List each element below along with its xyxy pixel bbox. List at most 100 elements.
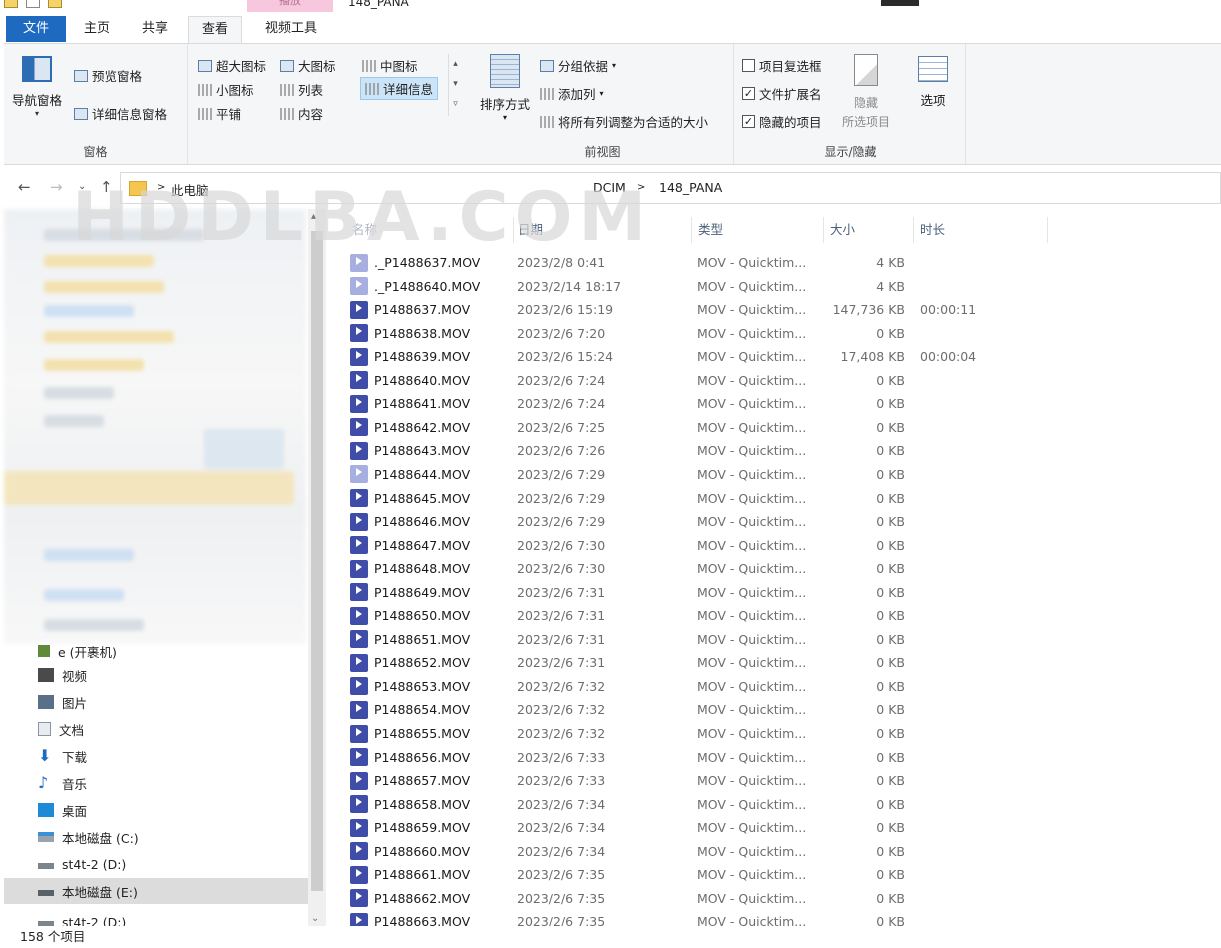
column-header-size[interactable]: 大小	[824, 217, 914, 243]
details-pane-button[interactable]: 详细信息窗格	[74, 104, 167, 123]
file-name-cell[interactable]: P1488656.MOV	[350, 746, 470, 769]
file-name-cell[interactable]: P1488638.MOV	[350, 322, 470, 345]
table-row[interactable]: P1488653.MOV 2023/2/6 7:32 MOV - Quicktim.…	[326, 675, 1221, 698]
table-row[interactable]: P1488661.MOV 2023/2/6 7:35 MOV - Quicktim.…	[326, 863, 1221, 886]
content-button[interactable]: 内容	[280, 104, 323, 123]
tab-home[interactable]: 主页	[72, 16, 122, 44]
table-row[interactable]: P1488637.MOV 2023/2/6 15:19 MOV - Quicktim…	[326, 298, 1221, 321]
item-checkboxes-toggle[interactable]: 项目复选框	[742, 56, 822, 75]
nav-pane-scrollbar[interactable]: ▴ ⌄	[308, 209, 326, 926]
scroll-thumb[interactable]	[311, 231, 323, 891]
minimize-button[interactable]	[881, 0, 919, 6]
table-row[interactable]: P1488663.MOV 2023/2/6 7:35 MOV - Quicktim.…	[326, 910, 1221, 926]
file-name-cell[interactable]: P1488641.MOV	[350, 392, 470, 415]
table-row[interactable]: P1488649.MOV 2023/2/6 7:31 MOV - Quicktim.…	[326, 581, 1221, 604]
file-name-cell[interactable]: P1488647.MOV	[350, 534, 470, 557]
extra-large-icons-button[interactable]: 超大图标	[198, 56, 266, 75]
nav-item-pictures[interactable]: 图片	[38, 689, 87, 715]
group-by-button[interactable]: 分组依据 ▾	[540, 56, 616, 75]
table-row[interactable]: P1488645.MOV 2023/2/6 7:29 MOV - Quicktim.…	[326, 487, 1221, 510]
size-all-columns-button[interactable]: 将所有列调整为合适的大小	[540, 112, 708, 131]
layout-gallery-scroll[interactable]: ▴ ▾ ▿	[448, 54, 462, 116]
table-row[interactable]: P1488641.MOV 2023/2/6 7:24 MOV - Quicktim.…	[326, 392, 1221, 415]
table-row[interactable]: ._P1488640.MOV 2023/2/14 18:17 MOV - Quick…	[326, 275, 1221, 298]
nav-item-drive-d[interactable]: st4t-2 (D:)	[38, 851, 126, 877]
file-name-cell[interactable]: P1488637.MOV	[350, 298, 470, 321]
table-row[interactable]: P1488644.MOV 2023/2/6 7:29 MOV - Quicktim.…	[326, 463, 1221, 486]
hidden-items-checkbox[interactable]: ✓	[742, 115, 755, 128]
context-tab-play[interactable]: 播放	[247, 0, 333, 12]
table-row[interactable]: P1488642.MOV 2023/2/6 7:25 MOV - Quicktim.…	[326, 416, 1221, 439]
table-row[interactable]: P1488638.MOV 2023/2/6 7:20 MOV - Quicktim.…	[326, 322, 1221, 345]
file-name-cell[interactable]: P1488649.MOV	[350, 581, 470, 604]
table-row[interactable]: P1488659.MOV 2023/2/6 7:34 MOV - Quicktim.…	[326, 816, 1221, 839]
list-button[interactable]: 列表	[280, 80, 323, 99]
file-name-cell[interactable]: P1488654.MOV	[350, 698, 470, 721]
breadcrumb-148-pana[interactable]: 148_PANA	[659, 180, 722, 195]
file-name-cell[interactable]: P1488652.MOV	[350, 651, 470, 674]
table-row[interactable]: P1488643.MOV 2023/2/6 7:26 MOV - Quicktim.…	[326, 439, 1221, 462]
large-icons-button[interactable]: 大图标	[280, 56, 336, 75]
file-name-cell[interactable]: P1488663.MOV	[350, 910, 470, 926]
file-name-cell[interactable]: P1488655.MOV	[350, 722, 470, 745]
file-name-cell[interactable]: P1488644.MOV	[350, 463, 470, 486]
file-name-cell[interactable]: P1488660.MOV	[350, 840, 470, 863]
file-name-cell[interactable]: P1488643.MOV	[350, 439, 470, 462]
details-view-button[interactable]: 详细信息	[360, 77, 439, 100]
tiles-button[interactable]: 平铺	[198, 104, 241, 123]
table-row[interactable]: P1488660.MOV 2023/2/6 7:34 MOV - Quicktim.…	[326, 840, 1221, 863]
nav-item-music[interactable]: ♪ 音乐	[38, 770, 87, 796]
preview-pane-button[interactable]: 预览窗格	[74, 66, 142, 85]
table-row[interactable]: P1488658.MOV 2023/2/6 7:34 MOV - Quicktim.…	[326, 793, 1221, 816]
file-name-cell[interactable]: ._P1488640.MOV	[350, 275, 480, 298]
tab-share[interactable]: 共享	[130, 16, 180, 44]
hide-selected-button[interactable]: 隐藏 所选项目	[842, 54, 890, 130]
nav-item-videos[interactable]: 视频	[38, 662, 87, 688]
small-icons-button[interactable]: 小图标	[198, 80, 254, 99]
table-row[interactable]: P1488651.MOV 2023/2/6 7:31 MOV - Quicktim.…	[326, 628, 1221, 651]
options-button[interactable]: 选项	[918, 56, 948, 109]
table-row[interactable]: P1488648.MOV 2023/2/6 7:30 MOV - Quicktim.…	[326, 557, 1221, 580]
file-name-cell[interactable]: P1488645.MOV	[350, 487, 470, 510]
nav-item-desktop[interactable]: 桌面	[38, 797, 87, 823]
properties-icon[interactable]	[26, 0, 40, 8]
column-header-duration[interactable]: 时长	[914, 217, 1048, 243]
file-name-cell[interactable]: P1488642.MOV	[350, 416, 470, 439]
folder-icon[interactable]	[4, 0, 18, 8]
file-name-cell[interactable]: P1488659.MOV	[350, 816, 470, 839]
nav-item-drive-c[interactable]: 本地磁盘 (C:)	[38, 824, 139, 850]
file-name-cell[interactable]: P1488646.MOV	[350, 510, 470, 533]
nav-item-documents[interactable]: 文档	[38, 716, 84, 742]
hidden-items-toggle[interactable]: ✓ 隐藏的项目	[742, 112, 822, 131]
table-row[interactable]: P1488652.MOV 2023/2/6 7:31 MOV - Quicktim.…	[326, 651, 1221, 674]
table-row[interactable]: P1488650.MOV 2023/2/6 7:31 MOV - Quicktim.…	[326, 604, 1221, 627]
file-name-cell[interactable]: P1488658.MOV	[350, 793, 470, 816]
item-checkboxes-checkbox[interactable]	[742, 59, 755, 72]
table-row[interactable]: P1488662.MOV 2023/2/6 7:35 MOV - Quicktim.…	[326, 887, 1221, 910]
table-row[interactable]: P1488654.MOV 2023/2/6 7:32 MOV - Quicktim.…	[326, 698, 1221, 721]
file-name-cell[interactable]: P1488662.MOV	[350, 887, 470, 910]
file-name-cell[interactable]: P1488648.MOV	[350, 557, 470, 580]
nav-item-network[interactable]: e (开裹机)	[38, 638, 117, 664]
file-name-cell[interactable]: P1488661.MOV	[350, 863, 470, 886]
file-extensions-toggle[interactable]: ✓ 文件扩展名	[742, 84, 822, 103]
nav-pane-button[interactable]: 导航窗格 ▾	[12, 56, 62, 118]
table-row[interactable]: P1488655.MOV 2023/2/6 7:32 MOV - Quicktim.…	[326, 722, 1221, 745]
table-row[interactable]: P1488640.MOV 2023/2/6 7:24 MOV - Quicktim.…	[326, 369, 1221, 392]
tab-video-tools[interactable]: 视频工具	[248, 16, 334, 44]
file-name-cell[interactable]: P1488640.MOV	[350, 369, 470, 392]
tab-file[interactable]: 文件	[6, 16, 66, 42]
nav-item-downloads[interactable]: ⬇ 下载	[38, 743, 87, 769]
forward-arrow-icon[interactable]: →	[50, 178, 63, 196]
scroll-down-icon[interactable]: ⌄	[311, 913, 319, 924]
file-name-cell[interactable]: P1488651.MOV	[350, 628, 470, 651]
tab-view[interactable]: 查看	[188, 16, 242, 46]
file-name-cell[interactable]: P1488639.MOV	[350, 345, 470, 368]
file-name-cell[interactable]: P1488657.MOV	[350, 769, 470, 792]
file-name-cell[interactable]: P1488653.MOV	[350, 675, 470, 698]
table-row[interactable]: P1488646.MOV 2023/2/6 7:29 MOV - Quicktim.…	[326, 510, 1221, 533]
nav-item-drive-e[interactable]: 本地磁盘 (E:)	[4, 878, 308, 904]
table-row[interactable]: P1488647.MOV 2023/2/6 7:30 MOV - Quicktim.…	[326, 534, 1221, 557]
file-name-cell[interactable]: P1488650.MOV	[350, 604, 470, 627]
new-folder-icon[interactable]	[48, 0, 62, 8]
